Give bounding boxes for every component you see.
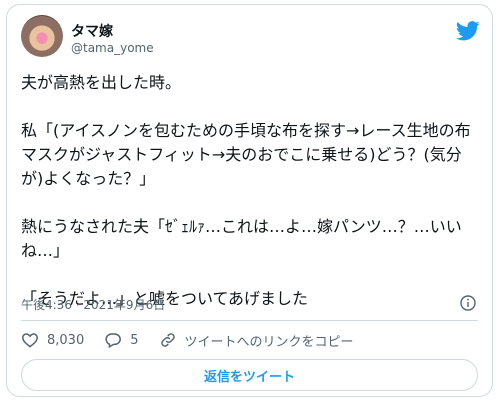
action-bar: 8,030 5 ツイートへのリンクをコピー xyxy=(21,329,374,351)
tweet-card: タマ嫁 @tama_yome 夫が高熱を出した時。 私「(アイスノンを包むための… xyxy=(6,4,493,397)
user-handle[interactable]: @tama_yome xyxy=(71,41,154,55)
twitter-bird-icon[interactable] xyxy=(456,21,480,41)
link-icon xyxy=(160,333,175,347)
like-count: 8,030 xyxy=(47,332,85,348)
comment-icon xyxy=(105,333,122,348)
copy-link-label: ツイートへのリンクをコピー xyxy=(184,334,354,350)
tweet-text: 夫が高熱を出した時。 私「(アイスノンを包むための手頃な布を探す→レース生地の布… xyxy=(21,73,471,308)
tweet-timestamp[interactable]: 午後4:36 · 2021年9月6日 xyxy=(21,296,165,313)
reply-tweet-button[interactable]: 返信をツイート xyxy=(21,359,478,391)
info-icon[interactable] xyxy=(460,295,476,311)
avatar[interactable] xyxy=(21,15,63,57)
like-button[interactable]: 8,030 xyxy=(21,332,84,348)
user-name[interactable]: タマ嫁 xyxy=(71,21,113,41)
divider xyxy=(21,320,478,321)
reply-action[interactable]: 5 xyxy=(104,332,139,348)
copy-link-button[interactable]: ツイートへのリンクをコピー xyxy=(159,331,354,350)
reply-count: 5 xyxy=(130,332,139,348)
heart-icon xyxy=(22,333,38,348)
